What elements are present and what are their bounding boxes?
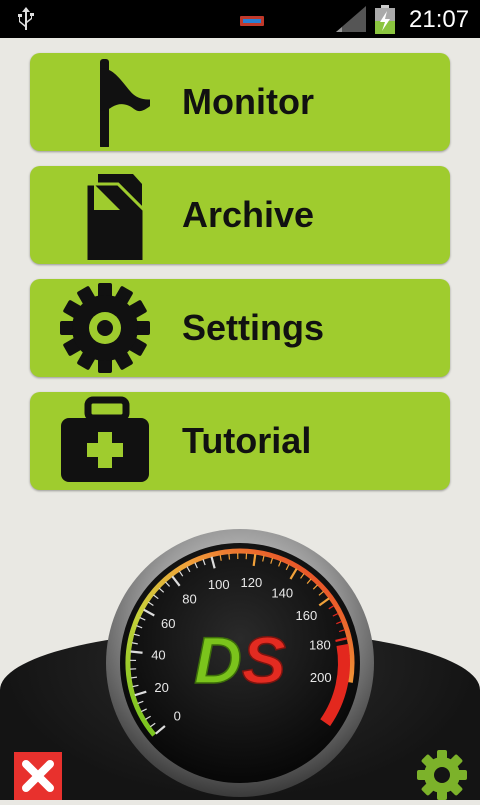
gauge-tick — [131, 652, 143, 653]
usb-icon — [16, 6, 36, 32]
gauge-tick-label: 60 — [161, 616, 175, 631]
gauge-tick-label: 20 — [154, 680, 168, 695]
documents-icon — [58, 170, 150, 260]
archive-button[interactable]: Archive — [30, 166, 450, 264]
settings-label: Settings — [182, 307, 324, 349]
gauge-tick-label: 0 — [174, 709, 181, 724]
gear-icon — [58, 283, 150, 373]
status-bar: 21:07 — [0, 0, 480, 38]
settings-button[interactable]: Settings — [30, 279, 450, 377]
settings-gear-button[interactable] — [417, 750, 467, 800]
monitor-label: Monitor — [182, 81, 314, 123]
signal-strength-icon — [336, 6, 366, 32]
gauge-tick — [229, 554, 230, 560]
gauge-tick-label: 40 — [151, 647, 165, 662]
gauge-tick-label: 100 — [208, 577, 230, 592]
first-aid-kit-icon — [58, 396, 150, 486]
gauge-tick-label: 160 — [295, 608, 317, 623]
clock: 21:07 — [409, 6, 469, 34]
gauge-tick-label: 120 — [241, 575, 263, 590]
gauge-tick-label: 200 — [310, 670, 332, 685]
speedometer-gauge: 0 20 40 60 80 100 120 140160 180 200 DS — [105, 525, 375, 800]
battery-charging-icon — [374, 5, 396, 35]
close-button[interactable] — [14, 752, 62, 800]
archive-label: Archive — [182, 194, 314, 236]
notification-icon — [240, 16, 264, 26]
gauge-tick-label: 180 — [309, 638, 331, 653]
tutorial-button[interactable]: Tutorial — [30, 392, 450, 490]
flag-icon — [58, 57, 150, 147]
monitor-button[interactable]: Monitor — [30, 53, 450, 151]
ds-logo: DS — [194, 623, 286, 697]
gear-icon — [417, 750, 467, 800]
close-icon — [14, 752, 62, 800]
tutorial-label: Tutorial — [182, 420, 311, 462]
gauge-tick-label: 140 — [271, 586, 293, 601]
gauge-tick — [131, 677, 137, 678]
gauge-tick-label: 80 — [182, 591, 196, 606]
